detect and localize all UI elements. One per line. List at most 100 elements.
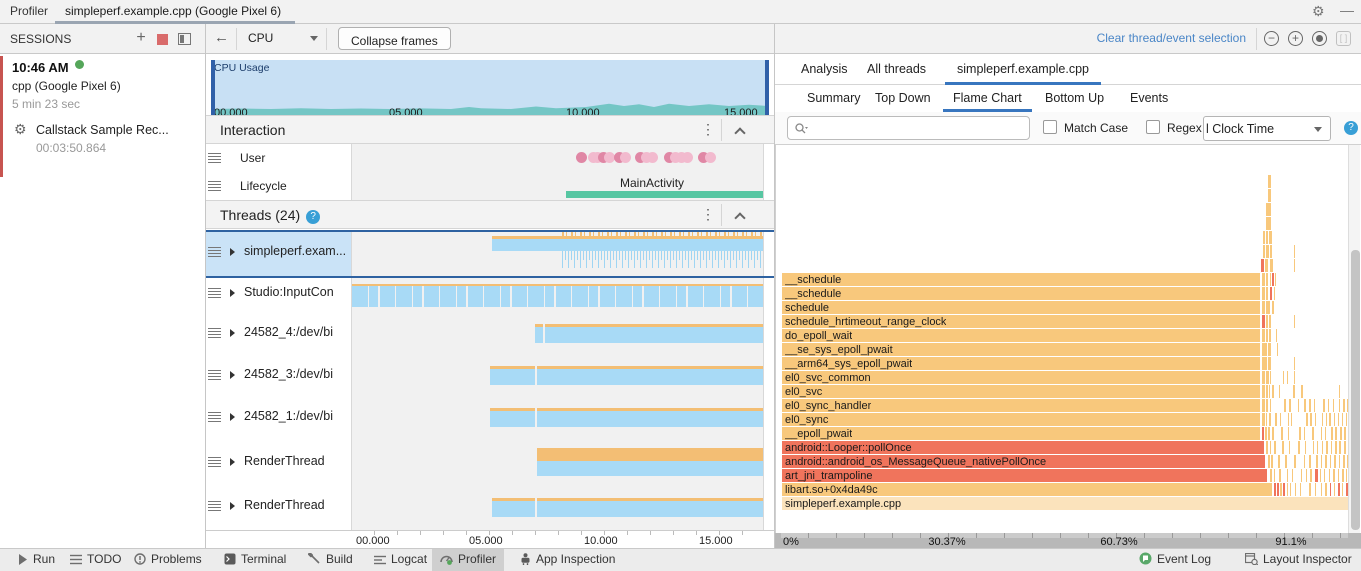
flame-fragment[interactable] xyxy=(1292,468,1294,482)
flame-fragment[interactable] xyxy=(1278,454,1280,468)
flame-fragment[interactable] xyxy=(1262,244,1266,258)
drag-handle-icon[interactable] xyxy=(208,457,221,467)
flame-fragment[interactable] xyxy=(1314,412,1317,426)
thread-row[interactable]: 24582_3:/dev/bi xyxy=(206,358,774,400)
flame-fragment[interactable] xyxy=(1294,314,1296,328)
flame-fragment[interactable] xyxy=(1269,314,1271,328)
threads-section-header[interactable]: Threads (24)? ⋮ xyxy=(206,200,774,229)
subtab-summary[interactable]: Summary xyxy=(797,85,870,112)
flame-chart[interactable]: __schedule __schedule schedule schedule_hrt… xyxy=(775,145,1361,533)
flame-fragment[interactable] xyxy=(1262,230,1265,244)
flame-fragment[interactable] xyxy=(1317,440,1319,454)
flame-fragment[interactable] xyxy=(1282,440,1284,454)
flame-fragment[interactable] xyxy=(1266,440,1269,454)
flame-fragment[interactable] xyxy=(1297,398,1300,412)
drag-handle-icon[interactable] xyxy=(208,370,221,380)
flame-frame[interactable]: android::android_os_MessageQueue_nativeP… xyxy=(782,454,1266,468)
flame-fragment[interactable] xyxy=(1286,482,1289,496)
flame-fragment[interactable] xyxy=(1320,426,1323,440)
flame-fragment[interactable] xyxy=(1324,468,1326,482)
collapse-panel-icon[interactable] xyxy=(178,33,191,45)
flame-fragment[interactable] xyxy=(1305,468,1308,482)
flame-fragment[interactable] xyxy=(1265,412,1268,426)
flame-fragment[interactable] xyxy=(1319,468,1322,482)
session-time[interactable]: 10:46 AM xyxy=(12,60,84,75)
expand-arrow-icon[interactable] xyxy=(230,413,235,421)
flame-fragment[interactable] xyxy=(1328,468,1330,482)
flame-fragment[interactable] xyxy=(1269,328,1271,342)
flame-fragment[interactable] xyxy=(1291,412,1293,426)
flame-fragment[interactable] xyxy=(1270,468,1272,482)
flame-fragment[interactable] xyxy=(1343,454,1346,468)
statusbar-profiler[interactable]: Profiler xyxy=(432,549,505,571)
flame-fragment[interactable] xyxy=(1285,454,1287,468)
flame-fragment[interactable] xyxy=(1268,188,1271,202)
flame-fragment[interactable] xyxy=(1280,426,1283,440)
flame-fragment[interactable] xyxy=(1344,426,1346,440)
flame-fragment[interactable] xyxy=(1273,468,1276,482)
profiler-session-tab[interactable]: simpleperf.example.cpp (Google Pixel 6) xyxy=(55,0,296,24)
flame-fragment[interactable] xyxy=(1269,370,1272,384)
flame-fragment[interactable] xyxy=(1275,328,1277,342)
flame-fragment[interactable] xyxy=(1333,398,1335,412)
stop-recording-icon[interactable] xyxy=(157,34,168,45)
flame-fragment[interactable] xyxy=(1265,342,1267,356)
cpu-usage-minichart[interactable]: CPU Usage 00.000 05.000 10.000 15.000 xyxy=(211,60,769,121)
subtab-events[interactable]: Events xyxy=(1120,85,1178,112)
flame-fragment[interactable] xyxy=(1294,454,1296,468)
statusbar-run[interactable]: Run xyxy=(10,549,63,571)
flame-fragment[interactable] xyxy=(1337,468,1340,482)
flame-fragment[interactable] xyxy=(1276,482,1280,496)
flame-fragment[interactable] xyxy=(1294,244,1296,258)
threads-help-icon[interactable]: ? xyxy=(306,210,321,224)
expand-arrow-icon[interactable] xyxy=(230,329,235,337)
flame-fragment[interactable] xyxy=(1293,384,1296,398)
thread-activity-track[interactable] xyxy=(352,490,763,530)
flame-fragment[interactable] xyxy=(1338,454,1341,468)
flame-fragment[interactable] xyxy=(1286,468,1289,482)
flame-fragment[interactable] xyxy=(1269,398,1272,412)
tab-all-threads[interactable]: All threads xyxy=(855,54,938,85)
flame-fragment[interactable] xyxy=(1290,482,1292,496)
thread-activity-track[interactable] xyxy=(352,278,763,316)
flame-fragment[interactable] xyxy=(1274,482,1276,496)
flame-frame[interactable]: schedule_hrtimeout_range_clock xyxy=(782,314,1260,328)
flame-fragment[interactable] xyxy=(1304,398,1306,412)
flame-fragment[interactable] xyxy=(1294,482,1297,496)
flame-fragment[interactable] xyxy=(1265,286,1269,300)
thread-row[interactable]: RenderThread xyxy=(206,442,774,490)
thread-activity-track[interactable] xyxy=(352,358,763,400)
flame-fragment[interactable] xyxy=(1325,482,1327,496)
flame-fragment[interactable] xyxy=(1321,412,1324,426)
filter-help-icon[interactable]: ? xyxy=(1344,121,1358,135)
flame-fragment[interactable] xyxy=(1268,202,1272,216)
flame-fragment[interactable] xyxy=(1314,482,1317,496)
statusbar-problems[interactable]: Problems xyxy=(126,549,210,571)
drag-handle-icon[interactable] xyxy=(208,501,221,511)
add-session-icon[interactable]: + xyxy=(133,30,149,47)
flame-fragment[interactable] xyxy=(1342,468,1344,482)
flame-fragment[interactable] xyxy=(1335,426,1337,440)
statusbar-build[interactable]: Build xyxy=(300,549,361,571)
flame-fragment[interactable] xyxy=(1333,468,1335,482)
flame-frame[interactable]: el0_svc xyxy=(782,384,1260,398)
tab-simpleperf-example-cpp[interactable]: simpleperf.example.cpp xyxy=(945,54,1102,85)
scrollbar-thumb[interactable] xyxy=(1350,250,1360,530)
flame-fragment[interactable] xyxy=(1268,426,1271,440)
flame-fragment[interactable] xyxy=(1329,454,1332,468)
flame-fragment[interactable] xyxy=(1303,426,1305,440)
flame-fragment[interactable] xyxy=(1337,482,1340,496)
flame-fragment[interactable] xyxy=(1321,440,1324,454)
flame-fragment[interactable] xyxy=(1329,482,1332,496)
interaction-user-row[interactable]: User xyxy=(206,144,774,172)
flame-fragment[interactable] xyxy=(1274,440,1276,454)
flame-fragment[interactable] xyxy=(1325,454,1327,468)
thread-activity-track[interactable] xyxy=(352,442,763,490)
flame-fragment[interactable] xyxy=(1269,230,1272,244)
flame-fragment[interactable] xyxy=(1294,356,1296,370)
flame-fragment[interactable] xyxy=(1329,412,1331,426)
tab-analysis[interactable]: Analysis xyxy=(789,54,860,85)
subtab-flame-chart[interactable]: Flame Chart xyxy=(943,85,1032,112)
flame-fragment[interactable] xyxy=(1333,412,1336,426)
statusbar-logcat[interactable]: Logcat xyxy=(366,549,435,571)
